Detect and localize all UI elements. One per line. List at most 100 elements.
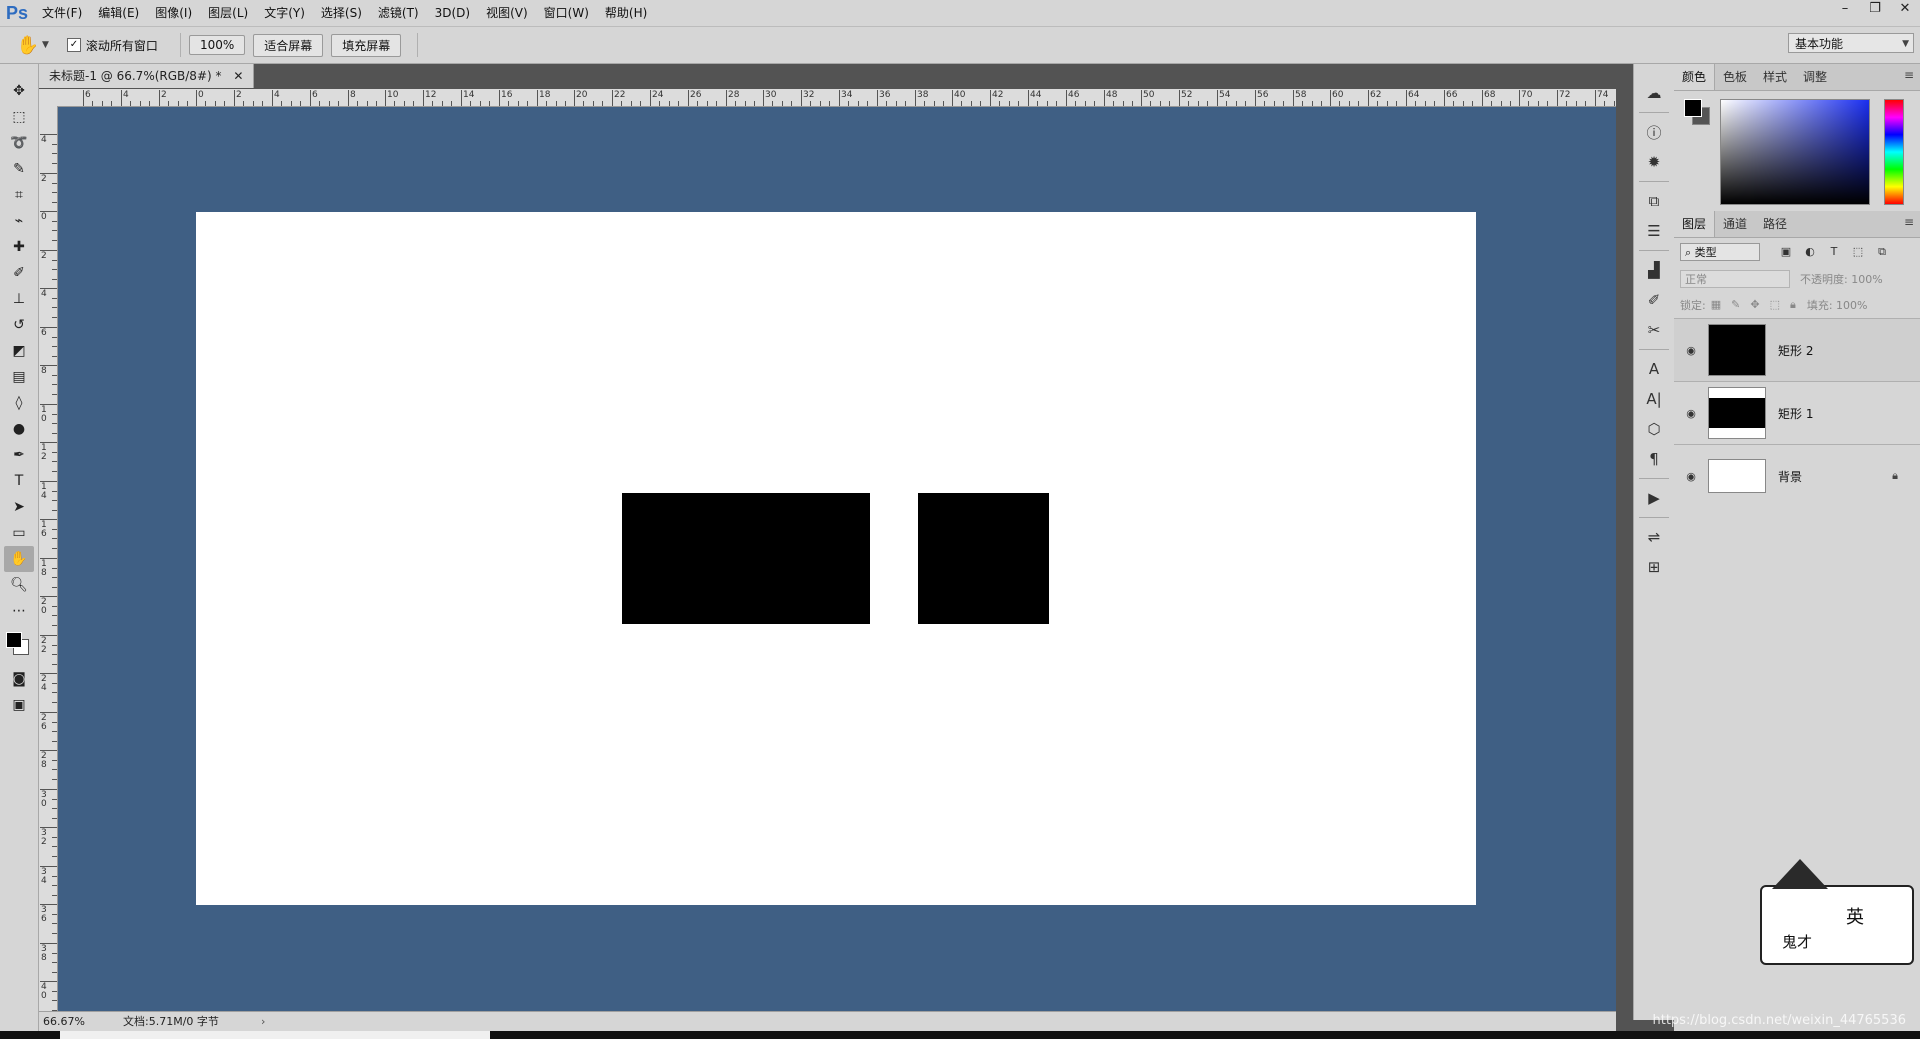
stamp-tool-icon[interactable]: ⊥ — [4, 286, 34, 312]
smart-object-filter-icon[interactable]: ⧉ — [1870, 245, 1894, 259]
chevron-right-icon[interactable]: › — [261, 1012, 265, 1032]
hand-tool-icon[interactable]: ✋ — [4, 546, 34, 572]
blur-tool-icon[interactable]: ◊ — [4, 390, 34, 416]
adjustment-filter-icon[interactable]: ◐ — [1798, 245, 1822, 259]
brush-tool-icon[interactable]: ✐ — [4, 260, 34, 286]
libraries-icon[interactable]: ☁ — [1638, 80, 1670, 106]
pen-tool-icon[interactable]: ✒ — [4, 442, 34, 468]
horizontal-ruler[interactable]: 6 4 2 0 2 4 6 8 10 12 14 16 18 20 22 24 26 28 30 32 34 36 38 40… — [57, 89, 1616, 107]
vertical-ruler[interactable]: 4 2 0 2 4 6 8 10 12 14 16 18 20 22 24 26 28 30 32 34 36 38 40 — [39, 106, 58, 1011]
tab-swatches[interactable]: 色板 — [1715, 64, 1755, 90]
brush-presets-icon[interactable]: ✐ — [1638, 287, 1670, 313]
layer-name[interactable]: 矩形 2 — [1778, 342, 1813, 359]
panel-menu-icon[interactable]: ≡ — [1904, 215, 1914, 229]
dodge-tool-icon[interactable]: ● — [4, 416, 34, 442]
pasteboard[interactable] — [58, 107, 1616, 1011]
properties-icon[interactable]: ☰ — [1638, 218, 1670, 244]
path-select-tool-icon[interactable]: ➤ — [4, 494, 34, 520]
menu-view[interactable]: 视图(V) — [478, 0, 536, 26]
history-brush-tool-icon[interactable]: ↺ — [4, 312, 34, 338]
menu-edit[interactable]: 编辑(E) — [90, 0, 147, 26]
lock-paint-icon[interactable]: ✎ — [1731, 298, 1740, 311]
crop-tool-icon[interactable]: ⌗ — [4, 182, 34, 208]
eraser-tool-icon[interactable]: ◩ — [4, 338, 34, 364]
close-tab-icon[interactable]: ✕ — [233, 69, 243, 83]
pixel-filter-icon[interactable]: ▣ — [1774, 245, 1798, 259]
quick-mask-icon[interactable]: ◙ — [4, 666, 34, 692]
canvas[interactable] — [196, 212, 1476, 905]
more-tools-icon[interactable]: ⋯ — [4, 598, 34, 624]
scroll-all-checkbox[interactable]: ✓ — [66, 38, 81, 52]
paragraph-icon[interactable]: ¶ — [1638, 446, 1670, 472]
move-tool-icon[interactable]: ✥ — [4, 78, 34, 104]
quick-select-tool-icon[interactable]: ✎ — [4, 156, 34, 182]
tab-channels[interactable]: 通道 — [1715, 211, 1755, 237]
character-icon[interactable]: A — [1638, 356, 1670, 382]
tab-layers[interactable]: 图层 — [1674, 211, 1716, 237]
menu-help[interactable]: 帮助(H) — [597, 0, 655, 26]
hand-tool-icon[interactable]: ✋ — [14, 31, 42, 59]
healing-brush-tool-icon[interactable]: ✚ — [4, 234, 34, 260]
3d-icon[interactable]: ⬡ — [1638, 416, 1670, 442]
measurement-icon[interactable]: ⊞ — [1638, 554, 1670, 580]
hue-slider[interactable] — [1884, 99, 1904, 205]
layer-kind-select[interactable]: ⌕ 类型 — [1680, 243, 1760, 261]
tab-styles[interactable]: 样式 — [1755, 64, 1795, 90]
fill-control[interactable]: 填充: 100% — [1807, 297, 1868, 313]
menu-3d[interactable]: 3D(D) — [427, 0, 478, 26]
layer-row[interactable]: ◉ 矩形 2 — [1674, 318, 1920, 381]
ruler-corner[interactable] — [39, 89, 58, 107]
tab-adjustments[interactable]: 调整 — [1795, 64, 1835, 90]
lock-all-icon[interactable]: 🔒︎ — [1790, 298, 1796, 311]
workspace-select[interactable]: 基本功能 ▼ — [1788, 33, 1914, 53]
tab-color[interactable]: 颜色 — [1674, 64, 1716, 90]
eye-icon[interactable]: ◉ — [1680, 407, 1702, 420]
screen-mode-icon[interactable]: ▣ — [4, 692, 34, 718]
fill-screen-button[interactable]: 填充屏幕 — [331, 33, 402, 57]
toolbar-grip[interactable] — [0, 64, 38, 78]
layer-name[interactable]: 背景 — [1778, 468, 1802, 485]
foreground-color[interactable] — [6, 632, 22, 648]
menu-image[interactable]: 图像(I) — [147, 0, 200, 26]
rectangle-shape-1[interactable] — [622, 493, 870, 624]
eyedropper-tool-icon[interactable]: ⌁ — [4, 208, 34, 234]
zoom-tool-icon[interactable]: 🔍︎ — [4, 572, 34, 598]
zoom-level[interactable]: 66.67% — [43, 1012, 85, 1032]
eye-icon[interactable]: ◉ — [1680, 344, 1702, 357]
eye-icon[interactable]: ◉ — [1680, 470, 1702, 483]
navigator-icon[interactable]: ✹ — [1638, 149, 1670, 175]
chevron-down-icon[interactable]: ▼ — [42, 40, 49, 50]
rectangle-tool-icon[interactable]: ▭ — [4, 520, 34, 546]
lock-transparent-icon[interactable]: ▦ — [1711, 298, 1721, 311]
foreground-color[interactable] — [1684, 99, 1702, 117]
document-tab[interactable]: 未标题-1 @ 66.7%(RGB/8#) * ✕ — [39, 64, 255, 88]
menu-filter[interactable]: 滤镜(T) — [370, 0, 427, 26]
opacity-control[interactable]: 不透明度: 100% — [1800, 271, 1883, 287]
dock-grip[interactable] — [1634, 64, 1674, 76]
gradient-tool-icon[interactable]: ▤ — [4, 364, 34, 390]
actions-icon[interactable]: ▶ — [1638, 485, 1670, 511]
lasso-tool-icon[interactable]: ➰ — [4, 130, 34, 156]
color-spectrum[interactable] — [1720, 99, 1870, 205]
info-icon[interactable]: ⓘ — [1638, 119, 1670, 145]
lock-artboard-icon[interactable]: ⬚ — [1770, 298, 1780, 311]
type-tool-icon[interactable]: T — [4, 468, 34, 494]
histogram-icon[interactable]: ▟ — [1638, 257, 1670, 283]
rectangle-shape-2[interactable] — [918, 493, 1049, 624]
menu-layer[interactable]: 图层(L) — [200, 0, 256, 26]
close-icon[interactable]: ✕ — [1890, 0, 1920, 20]
tab-paths[interactable]: 路径 — [1755, 211, 1795, 237]
timeline-icon[interactable]: ⇌ — [1638, 524, 1670, 550]
blend-mode-select[interactable]: 正常 — [1680, 270, 1790, 288]
shape-filter-icon[interactable]: ⬚ — [1846, 245, 1870, 259]
restore-icon[interactable]: ❐ — [1860, 0, 1890, 20]
tool-presets-icon[interactable]: ✂ — [1638, 317, 1670, 343]
menu-file[interactable]: 文件(F) — [34, 0, 90, 26]
menu-select[interactable]: 选择(S) — [313, 0, 370, 26]
scroll-all-windows-option[interactable]: ✓ 滚动所有窗口 — [66, 37, 158, 54]
menu-type[interactable]: 文字(Y) — [256, 0, 313, 26]
layer-name[interactable]: 矩形 1 — [1778, 405, 1813, 422]
lock-position-icon[interactable]: ✥ — [1750, 298, 1759, 311]
fit-screen-button[interactable]: 适合屏幕 — [253, 33, 324, 57]
layer-row[interactable]: ◉ 背景 🔒︎ — [1674, 444, 1920, 507]
